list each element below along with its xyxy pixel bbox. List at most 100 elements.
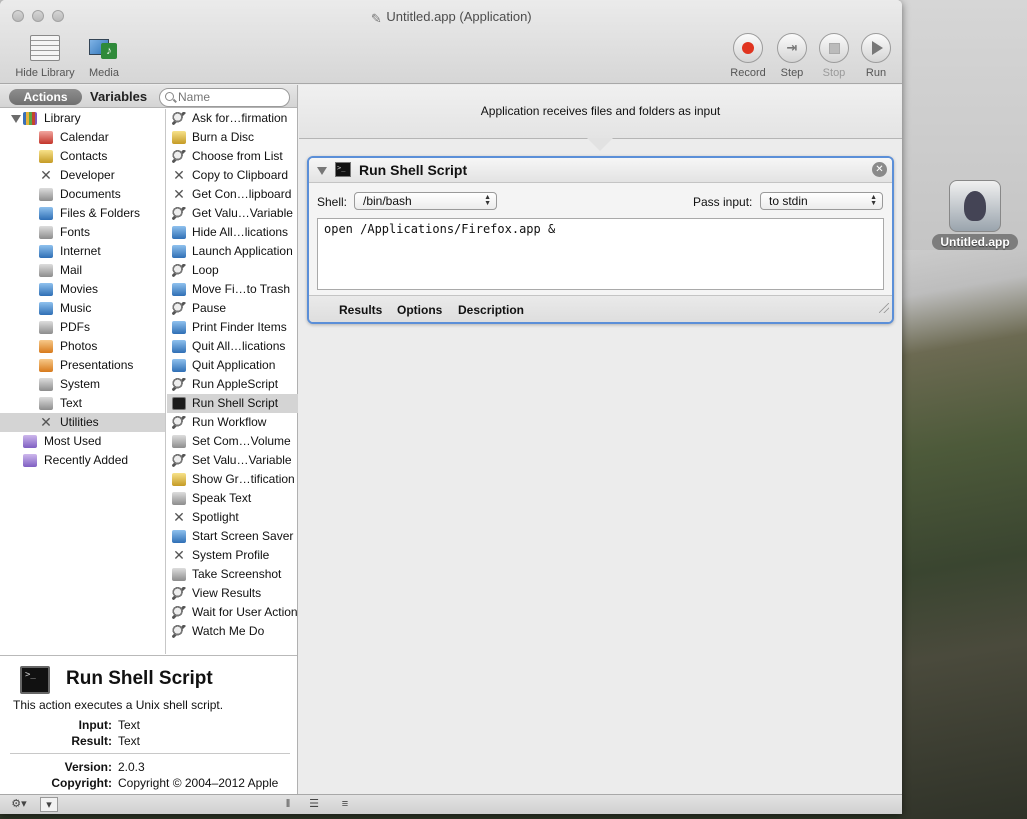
description-tab[interactable]: Description [458,303,524,317]
action-item[interactable]: Burn a Disc [167,128,298,147]
category-item[interactable]: Text [0,394,165,413]
finder-icon [172,321,186,334]
action-item[interactable]: Hide All…lications [167,223,298,242]
category-item[interactable]: Movies [0,280,165,299]
script-editor[interactable]: open /Applications/Firefox.app & [317,218,884,290]
category-item[interactable]: Calendar [0,128,165,147]
category-label: Movies [60,282,99,296]
category-item[interactable]: Library [0,109,165,128]
action-label: Get Valu…Variable [192,206,293,220]
action-item[interactable]: Launch Application [167,242,298,261]
record-label: Record [730,67,766,79]
action-item[interactable]: Print Finder Items [167,318,298,337]
record-button[interactable]: Record [726,33,770,79]
category-item[interactable]: Photos [0,337,165,356]
remove-action-button[interactable]: ✕ [872,162,887,177]
action-header[interactable]: >_ Run Shell Script ✕ [309,158,892,183]
action-item[interactable]: Get Valu…Variable [167,204,298,223]
desktop-app-icon[interactable]: Untitled.app [928,180,1022,250]
action-item[interactable]: Choose from List [167,147,298,166]
log-view-button[interactable]: ≡ [337,797,353,812]
resize-grip-icon[interactable] [879,303,889,313]
bottom-bar: ⚙▾ ▾ ‖ ☰ ≡ [0,794,902,814]
action-item[interactable]: Run Workflow [167,413,298,432]
action-item[interactable]: Pause [167,299,298,318]
category-item[interactable]: Presentations [0,356,165,375]
action-item[interactable]: Quit Application [167,356,298,375]
action-item[interactable]: Set Com…Volume [167,432,298,451]
category-item[interactable]: Files & Folders [0,204,165,223]
action-item[interactable]: Start Screen Saver [167,527,298,546]
action-item[interactable]: Take Screenshot [167,565,298,584]
category-item[interactable]: Mail [0,261,165,280]
desktop-icon-label: Untitled.app [932,234,1018,250]
action-item[interactable]: Ask for…firmation [167,109,298,128]
action-label: Move Fi…to Trash [192,282,291,296]
category-label: Mail [60,263,83,277]
automator-icon [172,150,186,163]
variables-tab[interactable]: Variables [90,89,147,104]
action-item[interactable]: View Results [167,584,298,603]
search-input[interactable] [178,89,289,106]
category-item[interactable]: Documents [0,185,165,204]
action-item[interactable]: Move Fi…to Trash [167,280,298,299]
category-item[interactable]: Contacts [0,147,165,166]
category-item[interactable]: Developer [0,166,165,185]
category-list: Library Calendar Contacts Developer Document… [0,109,166,654]
action-item[interactable]: Loop [167,261,298,280]
action-item[interactable]: Quit All…lications [167,337,298,356]
category-item[interactable]: Utilities [0,413,165,432]
action-item[interactable]: Set Valu…Variable [167,451,298,470]
action-item[interactable]: System Profile [167,546,298,565]
action-item[interactable]: Get Con…lipboard [167,185,298,204]
gear-menu-button[interactable]: ⚙▾ [6,797,32,812]
category-item[interactable]: Internet [0,242,165,261]
action-item[interactable]: Wait for User Action [167,603,298,622]
category-item[interactable]: Most Used [0,432,165,451]
automator-icon [172,207,186,220]
run-label: Run [865,67,887,79]
stop-button[interactable]: Stop [812,33,856,79]
category-item[interactable]: Music [0,299,165,318]
action-label: Run Shell Script [192,396,279,410]
automator-icon [172,416,186,429]
category-item[interactable]: Recently Added [0,451,165,470]
shell-popup[interactable]: /bin/bash ▲ ▼ [354,192,497,210]
step-button[interactable]: ⇥ Step [770,33,814,79]
actions-tab[interactable]: Actions [9,89,82,105]
list-view-button[interactable]: ☰ [306,797,322,812]
automator-icon [172,625,186,638]
terminal-icon: >_ [20,666,50,694]
action-item[interactable]: Show Gr…tification [167,470,298,489]
finder-icon [172,340,186,353]
run-shell-script-action[interactable]: >_ Run Shell Script ✕ Shell: /bin/bash ▲… [307,156,894,324]
utilities-icon [39,416,53,429]
splitter-handle[interactable]: ‖ [283,797,293,812]
action-label: Set Com…Volume [192,434,291,448]
action-label: Loop [192,263,219,277]
category-item[interactable]: System [0,375,165,394]
action-item[interactable]: Watch Me Do [167,622,298,641]
disclosure-triangle-icon[interactable] [11,115,21,123]
options-tab[interactable]: Options [397,303,442,317]
workflow-area[interactable]: Application receives files and folders a… [299,85,902,794]
search-field[interactable] [159,88,290,107]
category-item[interactable]: PDFs [0,318,165,337]
action-item[interactable]: Run AppleScript [167,375,298,394]
media-button[interactable]: ♪ Media [82,33,126,79]
show-description-button[interactable]: ▾ [40,797,58,812]
hide-library-button[interactable]: Hide Library [10,33,80,79]
results-tab[interactable]: Results [339,303,382,317]
presentations-icon [39,359,53,372]
category-item[interactable]: Fonts [0,223,165,242]
action-item[interactable]: Run Shell Script [167,394,298,413]
action-item[interactable]: Speak Text [167,489,298,508]
run-button[interactable]: Run [854,33,898,79]
action-item[interactable]: Copy to Clipboard [167,166,298,185]
utilities-icon [172,511,186,524]
disclosure-triangle-icon[interactable] [317,167,327,175]
action-item[interactable]: Spotlight [167,508,298,527]
pass-input-popup[interactable]: to stdin ▲ ▼ [760,192,883,210]
screensaver-icon [172,530,186,543]
gear-icon: ⚙▾ [11,798,27,810]
